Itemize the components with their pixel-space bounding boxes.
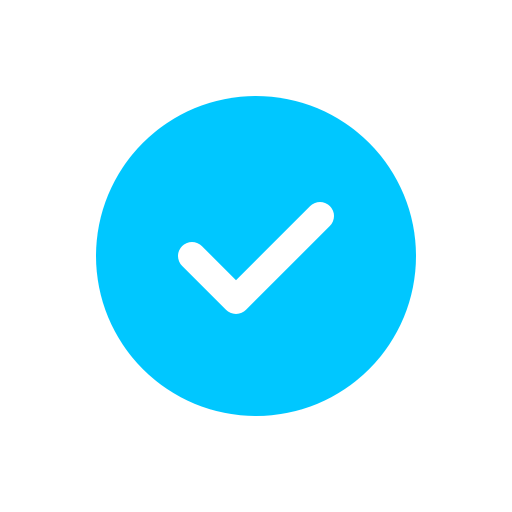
badge-circle	[96, 96, 416, 416]
check-circle-icon	[96, 96, 416, 416]
icon-canvas	[0, 0, 512, 512]
check-circle-svg	[96, 96, 416, 416]
